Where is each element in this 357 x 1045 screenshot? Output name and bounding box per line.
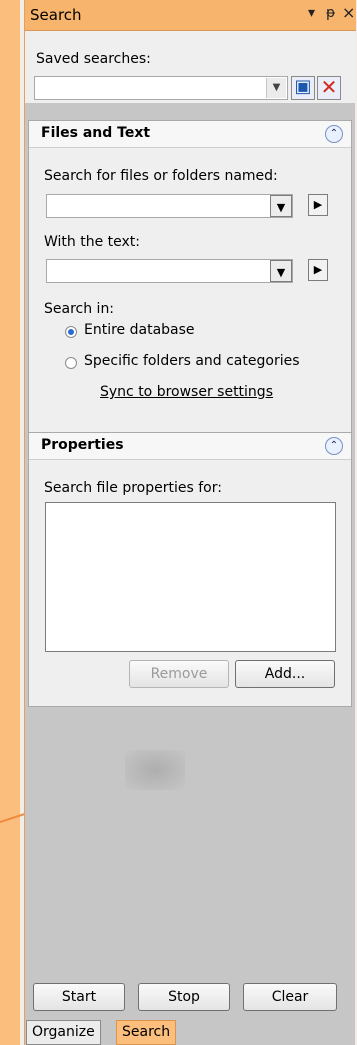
properties-group: Properties ⌃ Search file properties for:…	[28, 432, 352, 707]
dropdown-icon[interactable]: ▾	[308, 5, 315, 21]
named-combo[interactable]: ▼	[46, 194, 293, 218]
saved-searches-combo[interactable]: ▼	[34, 76, 288, 100]
tab-organize[interactable]: Organize	[26, 1020, 101, 1045]
stop-button[interactable]: Stop	[138, 983, 230, 1011]
saved-searches-label: Saved searches:	[36, 51, 151, 67]
delete-x-icon: ✕	[320, 75, 338, 99]
properties-listbox[interactable]	[45, 502, 336, 652]
search-in-label: Search in:	[44, 301, 115, 317]
chevron-down-icon[interactable]: ▼	[270, 260, 292, 282]
text-combo[interactable]: ▼	[46, 259, 293, 283]
tab-search[interactable]: Search	[116, 1020, 177, 1045]
save-search-button[interactable]: ▣	[291, 76, 315, 100]
drop-shadow	[125, 750, 185, 790]
sync-browser-link[interactable]: Sync to browser settings	[100, 384, 273, 400]
triangle-right-icon: ▶	[313, 263, 323, 276]
named-label: Search for files or folders named:	[44, 168, 278, 184]
files-and-text-title: Files and Text	[41, 125, 151, 141]
search-panel: Search ▾ ᵽ × Saved searches: ▼ ▣ ✕ Files…	[24, 0, 356, 1045]
start-button[interactable]: Start	[33, 983, 125, 1011]
triangle-right-icon: ▶	[313, 198, 323, 211]
properties-label: Search file properties for:	[44, 480, 222, 496]
entire-database-label[interactable]: Entire database	[84, 322, 195, 338]
collapse-chevron-icon[interactable]: ⌃	[325, 125, 343, 143]
delete-search-button[interactable]: ✕	[317, 76, 341, 100]
properties-title: Properties	[41, 437, 124, 453]
panel-title: Search	[30, 6, 82, 24]
add-button[interactable]: Add...	[235, 660, 335, 688]
text-options-button[interactable]: ▶	[308, 259, 328, 281]
docked-side-strip	[0, 0, 20, 1045]
chevron-down-icon[interactable]: ▼	[266, 78, 286, 98]
specific-folders-label[interactable]: Specific folders and categories	[84, 353, 300, 369]
clear-button[interactable]: Clear	[243, 983, 337, 1011]
close-icon[interactable]: ×	[342, 3, 355, 22]
named-options-button[interactable]: ▶	[308, 194, 328, 216]
collapse-chevron-icon[interactable]: ⌃	[325, 437, 343, 455]
text-label: With the text:	[44, 234, 141, 250]
properties-header[interactable]: Properties ⌃	[29, 433, 351, 460]
chevron-down-icon[interactable]: ▼	[270, 195, 292, 217]
radio-specific-folders[interactable]	[65, 357, 77, 369]
floppy-disk-icon: ▣	[294, 76, 312, 97]
pin-icon[interactable]: ᵽ	[326, 5, 335, 21]
panel-titlebar: Search ▾ ᵽ ×	[25, 0, 356, 31]
radio-entire-database[interactable]	[65, 326, 77, 338]
remove-button[interactable]: Remove	[129, 660, 229, 688]
saved-searches-section: Saved searches: ▼ ▣ ✕	[25, 31, 356, 103]
files-and-text-header[interactable]: Files and Text ⌃	[29, 121, 351, 148]
files-and-text-group: Files and Text ⌃ Search for files or fol…	[28, 120, 352, 458]
